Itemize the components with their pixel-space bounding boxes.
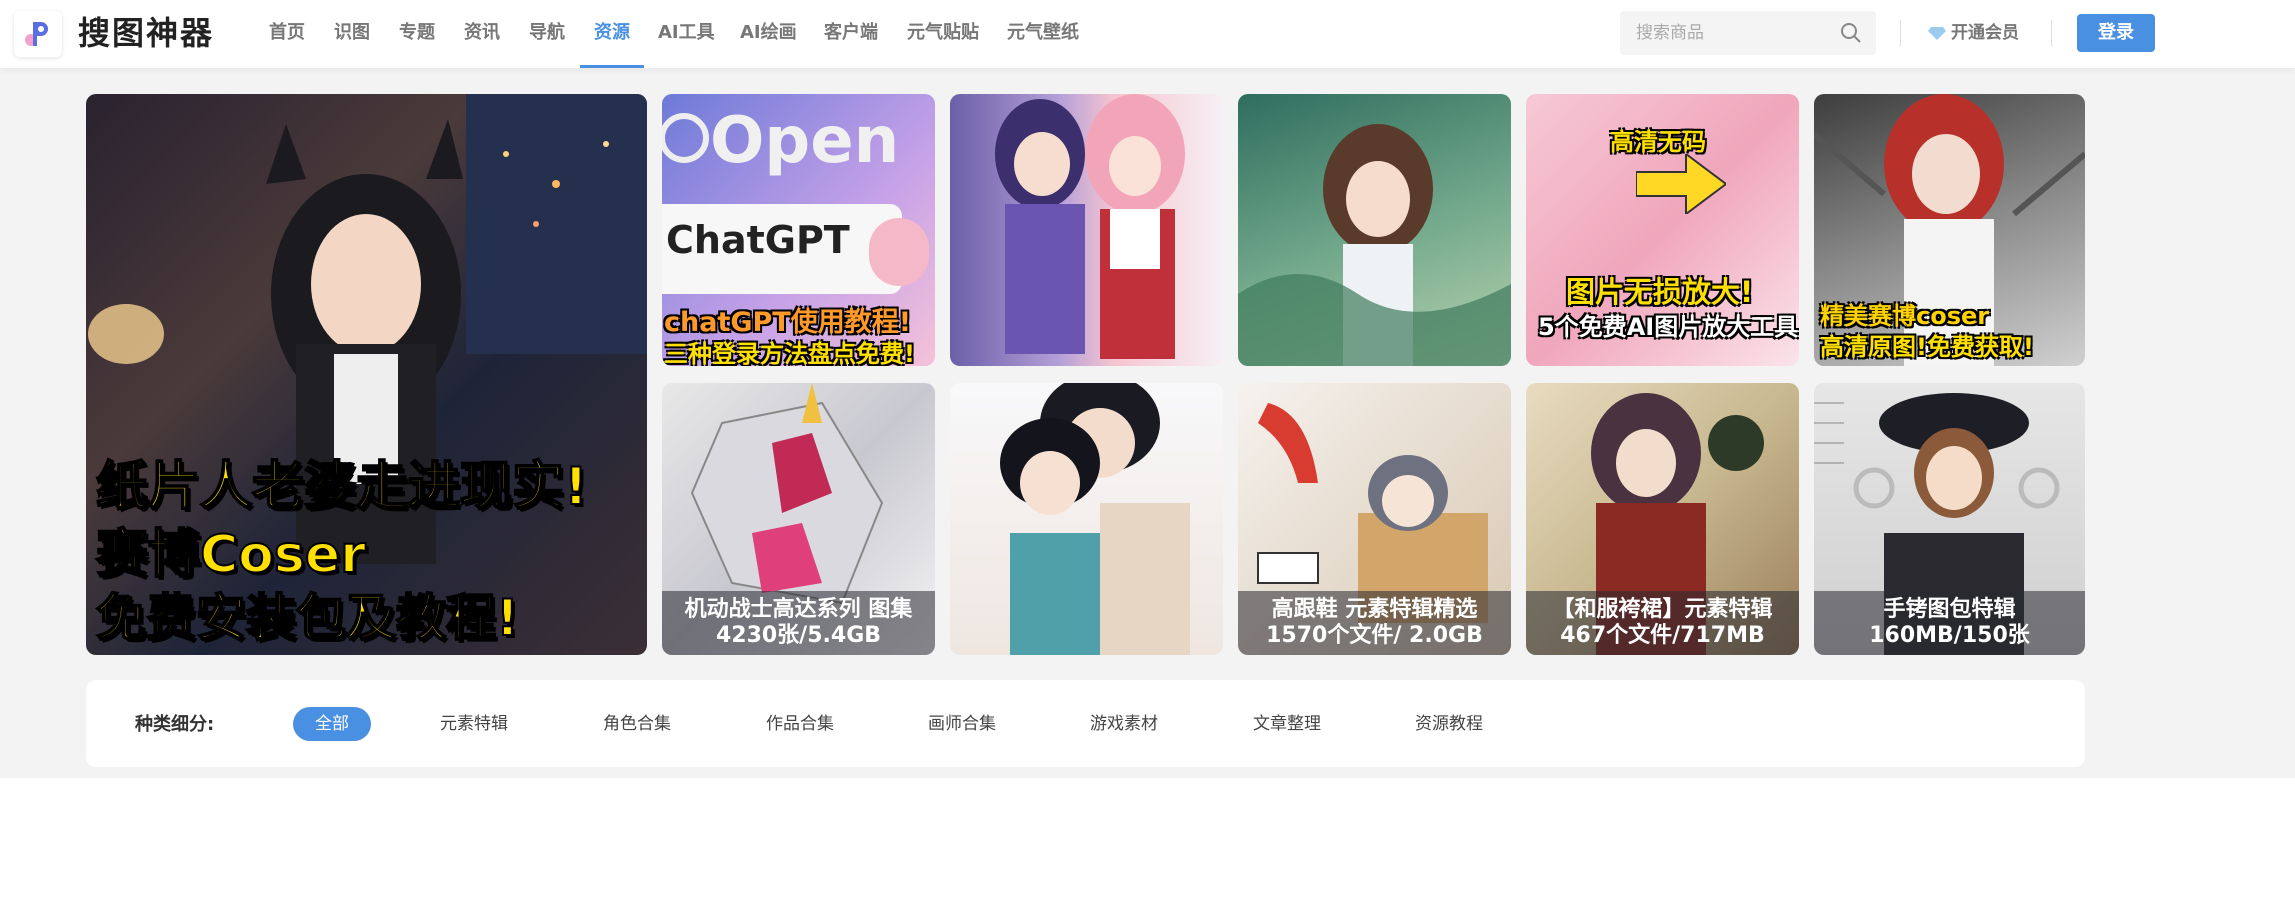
tile-title-line-2: 高清原图!免费获取! <box>1820 333 2034 361</box>
top-header: 搜图神器 首页 识图 专题 资讯 导航 资源 AI工具 AI绘画 客户端 元气贴… <box>0 0 2295 68</box>
tile-kimono-hakama[interactable]: 【和服袴裙】元素特辑 467个文件/717MB <box>1526 383 1799 655</box>
category-chip-resource-tutorials[interactable]: 资源教程 <box>1415 707 1483 741</box>
tile-ai-upscale-tools[interactable]: 高清无码 图片无损放大! 5个免费AI图片放大工具 <box>1526 94 1799 366</box>
tile-caption-title: 机动战士高达系列 图集 <box>684 597 913 622</box>
vip-label: 开通会员 <box>1951 23 2019 43</box>
nav-item-home[interactable]: 首页 <box>269 0 305 68</box>
tile-caption: 机动战士高达系列 图集 4230张/5.4GB <box>662 591 935 655</box>
category-filter-bar: 种类细分: 全部 元素特辑 角色合集 作品合集 画师合集 游戏素材 文章整理 资… <box>86 680 2085 767</box>
tile-caption: 手铐图包特辑 160MB/150张 <box>1814 591 2085 655</box>
tile-high-heels[interactable]: 高跟鞋 元素特辑精选 1570个文件/ 2.0GB <box>1238 383 1511 655</box>
nav-item-yuanqi-wallpaper[interactable]: 元气壁纸 <box>1007 0 1079 68</box>
nav-item-navigation[interactable]: 导航 <box>529 0 565 68</box>
nav-item-client[interactable]: 客户端 <box>824 0 878 68</box>
nav-item-ai-drawing[interactable]: AI绘画 <box>740 0 797 68</box>
featured-banner[interactable]: 纸片人老婆走进现实! 赛博Coser 免费安装包及教程! <box>86 94 647 655</box>
tile-handcuffs[interactable]: 手铐图包特辑 160MB/150张 <box>1814 383 2085 655</box>
search-input[interactable] <box>1620 11 1836 55</box>
phone-screen: ChatGPT <box>662 204 902 294</box>
nav-item-image-search[interactable]: 识图 <box>334 0 370 68</box>
category-chip-all[interactable]: 全部 <box>293 707 371 741</box>
nav-active-underline <box>580 65 644 68</box>
category-chip-element-specials[interactable]: 元素特辑 <box>440 707 508 741</box>
tile-caption: 高跟鞋 元素特辑精选 1570个文件/ 2.0GB <box>1238 591 1511 655</box>
nav-item-resources[interactable]: 资源 <box>580 0 644 68</box>
tile-title-line-2: 三种登录方法盘点免费! <box>664 340 915 366</box>
tile-caption-meta: 4230张/5.4GB <box>715 623 882 648</box>
nav-item-yuanqi-tietie[interactable]: 元气贴贴 <box>907 0 979 68</box>
tile-caption-title: 高跟鞋 元素特辑精选 <box>1271 597 1478 622</box>
openai-logo-text: Open <box>710 104 900 178</box>
category-label: 种类细分: <box>135 714 215 735</box>
openai-logo-icon <box>662 113 709 163</box>
arrow-icon <box>1636 154 1726 214</box>
couple-illustration <box>1000 383 1190 655</box>
forest-girl-illustration <box>1238 124 1511 366</box>
category-chip-artist-collections[interactable]: 画师合集 <box>928 707 996 741</box>
tile-cyber-coser[interactable]: 精美赛博coser 高清原图!免费获取! <box>1814 94 2085 366</box>
banner-line-3: 免费安装包及教程! <box>95 588 520 648</box>
tile-gundam[interactable]: 机动战士高达系列 图集 4230张/5.4GB <box>662 383 935 655</box>
vip-button[interactable]: 开通会员 <box>1928 20 2019 46</box>
category-chip-character-collections[interactable]: 角色合集 <box>603 707 671 741</box>
tile-anime-girl-forest[interactable] <box>1238 94 1511 366</box>
banner-line-2: 赛博Coser <box>95 524 367 586</box>
tile-chatgpt-tutorial[interactable]: Open ChatGPT chatGPT使用教程! 三种登录方法盘点免费! <box>662 94 935 366</box>
category-chip-game-assets[interactable]: 游戏素材 <box>1090 707 1158 741</box>
nav-item-topics[interactable]: 专题 <box>399 0 435 68</box>
tile-caption-title: 手铐图包特辑 <box>1883 597 2016 622</box>
tile-caption-meta: 160MB/150张 <box>1869 623 2030 648</box>
search-icon[interactable] <box>1840 22 1862 44</box>
category-chip-work-collections[interactable]: 作品合集 <box>766 707 834 741</box>
logo-icon[interactable] <box>14 11 62 57</box>
tile-caption: 【和服袴裙】元素特辑 467个文件/717MB <box>1526 591 1799 655</box>
search-box <box>1620 11 1876 55</box>
tile-caption-meta: 1570个文件/ 2.0GB <box>1266 623 1483 648</box>
tile-caption-title: 【和服袴裙】元素特辑 <box>1552 597 1773 622</box>
category-chip-article-collections[interactable]: 文章整理 <box>1253 707 1321 741</box>
tile-caption-meta: 467个文件/717MB <box>1560 623 1765 648</box>
anime-pair-illustration <box>995 94 1185 359</box>
nav-item-ai-tools[interactable]: AI工具 <box>658 0 715 68</box>
tile-title-line-2: 5个免费AI图片放大工具 <box>1538 313 1799 341</box>
mascot-avatar <box>869 218 929 286</box>
tile-title-line-1: 精美赛博coser <box>1820 302 1990 330</box>
nav-item-resources-label: 资源 <box>594 22 630 43</box>
banner-line-1: 纸片人老婆走进现实! <box>95 456 589 518</box>
tile-badge-text: 高清无码 <box>1610 128 1706 156</box>
divider <box>1900 20 1901 46</box>
divider <box>2051 20 2052 46</box>
login-button[interactable]: 登录 <box>2077 14 2155 52</box>
chatgpt-screen-text: ChatGPT <box>666 218 850 262</box>
tile-anime-couple[interactable] <box>950 383 1223 655</box>
brand-name[interactable]: 搜图神器 <box>78 12 214 54</box>
diamond-icon <box>1928 27 1946 40</box>
tile-title-line-1: 图片无损放大! <box>1566 275 1754 309</box>
nav-item-news[interactable]: 资讯 <box>464 0 500 68</box>
tile-anime-pair[interactable] <box>950 94 1223 366</box>
